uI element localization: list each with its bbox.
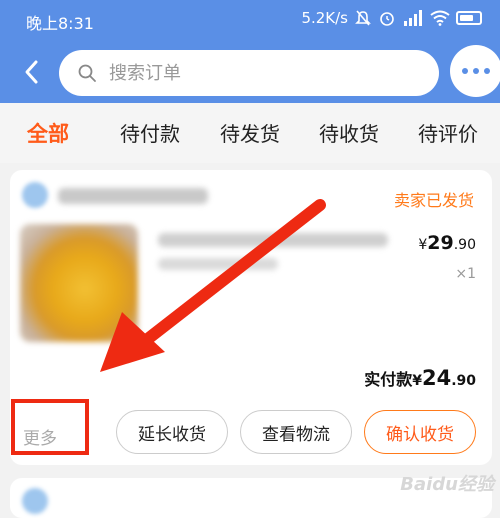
price-currency: ¥ [418,237,428,253]
price-integer: 29 [427,232,454,254]
paid-amount: 实付款¥24.90 [364,366,476,390]
status-time: 晚上8:31 [26,14,94,33]
tab-pending-payment[interactable]: 待付款 [120,118,180,147]
search-bar[interactable] [59,50,439,96]
view-logistics-button[interactable]: 查看物流 [240,410,352,454]
tab-pending-receipt[interactable]: 待收货 [319,118,379,147]
price-decimal: .90 [453,237,476,253]
search-input[interactable] [107,61,411,85]
paid-currency: ¥ [412,373,422,389]
extend-receipt-button[interactable]: 延长收货 [116,410,228,454]
cellular-signal-icon [404,10,422,26]
paid-decimal: .90 [451,373,476,389]
product-spec-blurred [158,258,278,270]
header-bar: 晚上8:31 5.2K/s [0,0,500,103]
watermark: Baidu经验 [400,474,494,495]
shop-name-blurred[interactable] [58,188,208,204]
status-right: 5.2K/s [301,9,482,27]
order-status: 卖家已发货 [393,191,474,210]
paid-integer: 24 [421,366,452,390]
ellipsis-icon [462,68,490,74]
tab-pending-shipment[interactable]: 待发货 [220,118,280,147]
mute-bell-icon [355,10,371,26]
item-price: ¥29.90 [418,232,476,254]
wifi-icon [430,10,450,26]
tab-all[interactable]: 全部 [27,118,69,148]
tab-pending-review[interactable]: 待评价 [418,118,478,147]
shop-avatar [22,182,48,208]
highlight-box [11,399,89,455]
network-speed: 5.2K/s [301,9,348,27]
item-quantity: ×1 [455,266,476,282]
product-title-blurred[interactable] [158,233,388,247]
confirm-receipt-button[interactable]: 确认收货 [364,410,476,454]
product-image[interactable] [20,224,138,342]
back-arrow-icon[interactable] [22,58,42,86]
next-shop-avatar [22,488,48,514]
status-bar: 晚上8:31 5.2K/s [0,0,500,40]
alarm-clock-icon [380,12,394,26]
search-icon [78,64,96,82]
more-options-button[interactable] [450,45,500,97]
paid-label: 实付款 [364,370,413,389]
battery-icon [456,11,482,25]
